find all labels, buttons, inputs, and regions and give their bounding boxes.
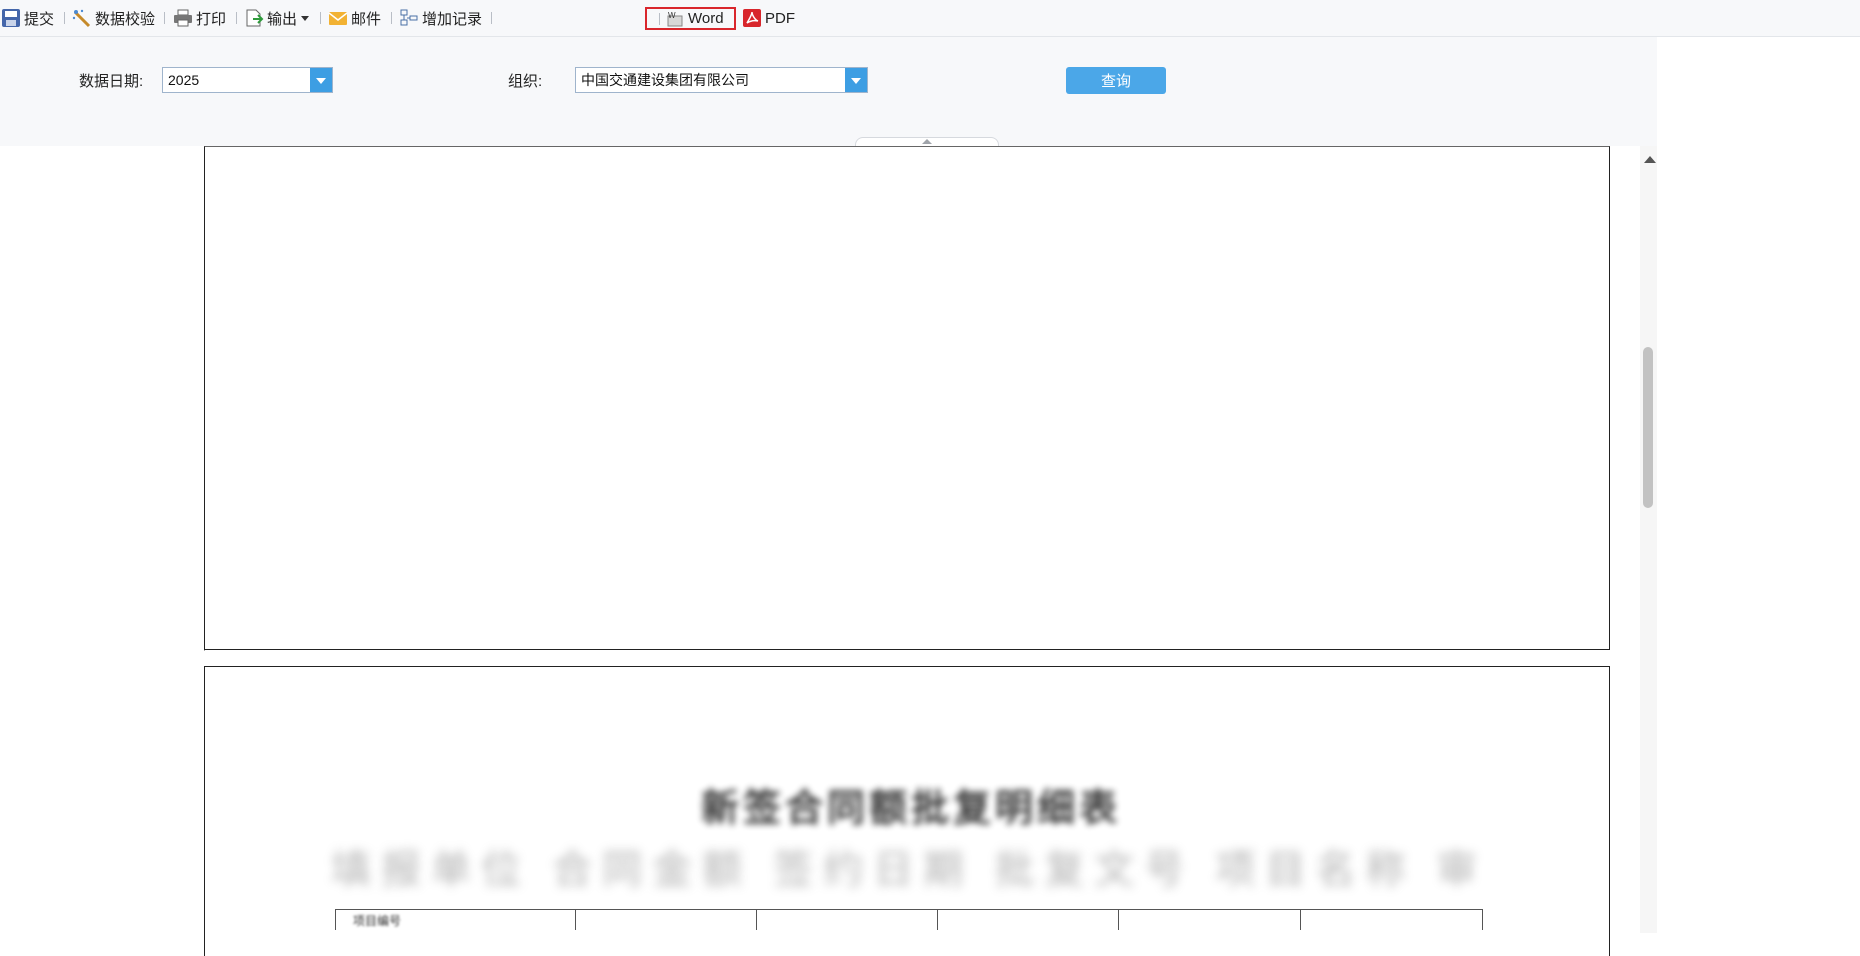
page-gap <box>204 650 1611 651</box>
report-page <box>204 146 1610 650</box>
toolbar-divider <box>659 12 660 25</box>
pdf-label: PDF <box>765 9 795 27</box>
scrollbar-thumb[interactable] <box>1643 347 1653 508</box>
toolbar: 提交 数据校验 打印 输出 邮件 增加记录 W Word PDF <box>0 0 1860 37</box>
toolbar-divider <box>236 12 237 24</box>
export-label: 输出 <box>267 10 298 28</box>
date-label: 数据日期: <box>79 73 144 90</box>
toolbar-divider <box>64 12 65 24</box>
report-title: 新签合同额批复明细表 <box>700 785 1121 830</box>
add-record-button[interactable]: 增加记录 <box>399 0 482 36</box>
table-gridline <box>937 910 938 930</box>
table-gridline <box>335 910 336 930</box>
add-record-label: 增加记录 <box>422 10 483 28</box>
vertical-scrollbar[interactable] <box>1640 146 1657 933</box>
search-button[interactable]: 查询 <box>1066 67 1166 94</box>
mail-button[interactable]: 邮件 <box>328 0 381 36</box>
svg-text:W: W <box>668 11 676 20</box>
wand-icon <box>72 8 92 28</box>
table-gridline <box>1300 910 1301 930</box>
save-icon <box>1 8 21 28</box>
report-viewer: 新签合同额批复明细表 填报单位 合同金额 签约日期 批复文号 项目名称 审批状态… <box>0 146 1657 956</box>
pdf-icon <box>742 8 762 28</box>
chevron-down-icon <box>301 15 310 21</box>
toolbar-divider <box>164 12 165 24</box>
print-label: 打印 <box>196 10 227 28</box>
printer-icon <box>173 8 193 28</box>
table-cell: 项目编号 <box>353 914 402 928</box>
mail-label: 邮件 <box>351 10 382 28</box>
toolbar-divider <box>320 12 321 24</box>
export-dropdown[interactable]: 输出 <box>244 0 310 36</box>
date-select[interactable]: 2025 <box>162 67 333 93</box>
table-gridline <box>1118 910 1119 930</box>
report-header-info: 填报单位 合同金额 签约日期 批复文号 项目名称 审批状态 <box>331 848 1487 892</box>
chevron-down-icon[interactable] <box>845 68 867 92</box>
report-page: 新签合同额批复明细表 填报单位 合同金额 签约日期 批复文号 项目名称 审批状态… <box>204 666 1610 956</box>
validate-button[interactable]: 数据校验 <box>72 0 155 36</box>
date-value: 2025 <box>168 72 200 88</box>
add-row-icon <box>399 8 419 28</box>
toolbar-divider <box>491 12 492 24</box>
export-icon <box>244 8 264 28</box>
report-table: 项目编号 <box>335 909 1483 930</box>
toolbar-divider <box>391 12 392 24</box>
word-icon: W <box>666 11 684 27</box>
submit-label: 提交 <box>24 10 55 28</box>
print-button[interactable]: 打印 <box>173 0 226 36</box>
chevron-down-icon[interactable] <box>310 68 332 92</box>
scroll-up-icon[interactable] <box>1644 156 1656 163</box>
word-label: Word <box>688 10 724 27</box>
submit-button[interactable]: 提交 <box>1 0 54 36</box>
table-gridline <box>756 910 757 930</box>
word-export-button[interactable]: W Word <box>645 7 736 30</box>
pdf-export-button[interactable]: PDF <box>742 0 795 36</box>
table-gridline <box>575 910 576 930</box>
org-select[interactable]: 中国交通建设集团有限公司 <box>575 67 868 93</box>
org-label: 组织: <box>508 73 543 90</box>
validate-label: 数据校验 <box>95 10 156 28</box>
org-value: 中国交通建设集团有限公司 <box>581 72 749 88</box>
query-panel: 数据日期: 2025 组织: 中国交通建设集团有限公司 查询 <box>0 37 1657 146</box>
envelope-icon <box>328 8 348 28</box>
table-gridline <box>1482 910 1483 930</box>
